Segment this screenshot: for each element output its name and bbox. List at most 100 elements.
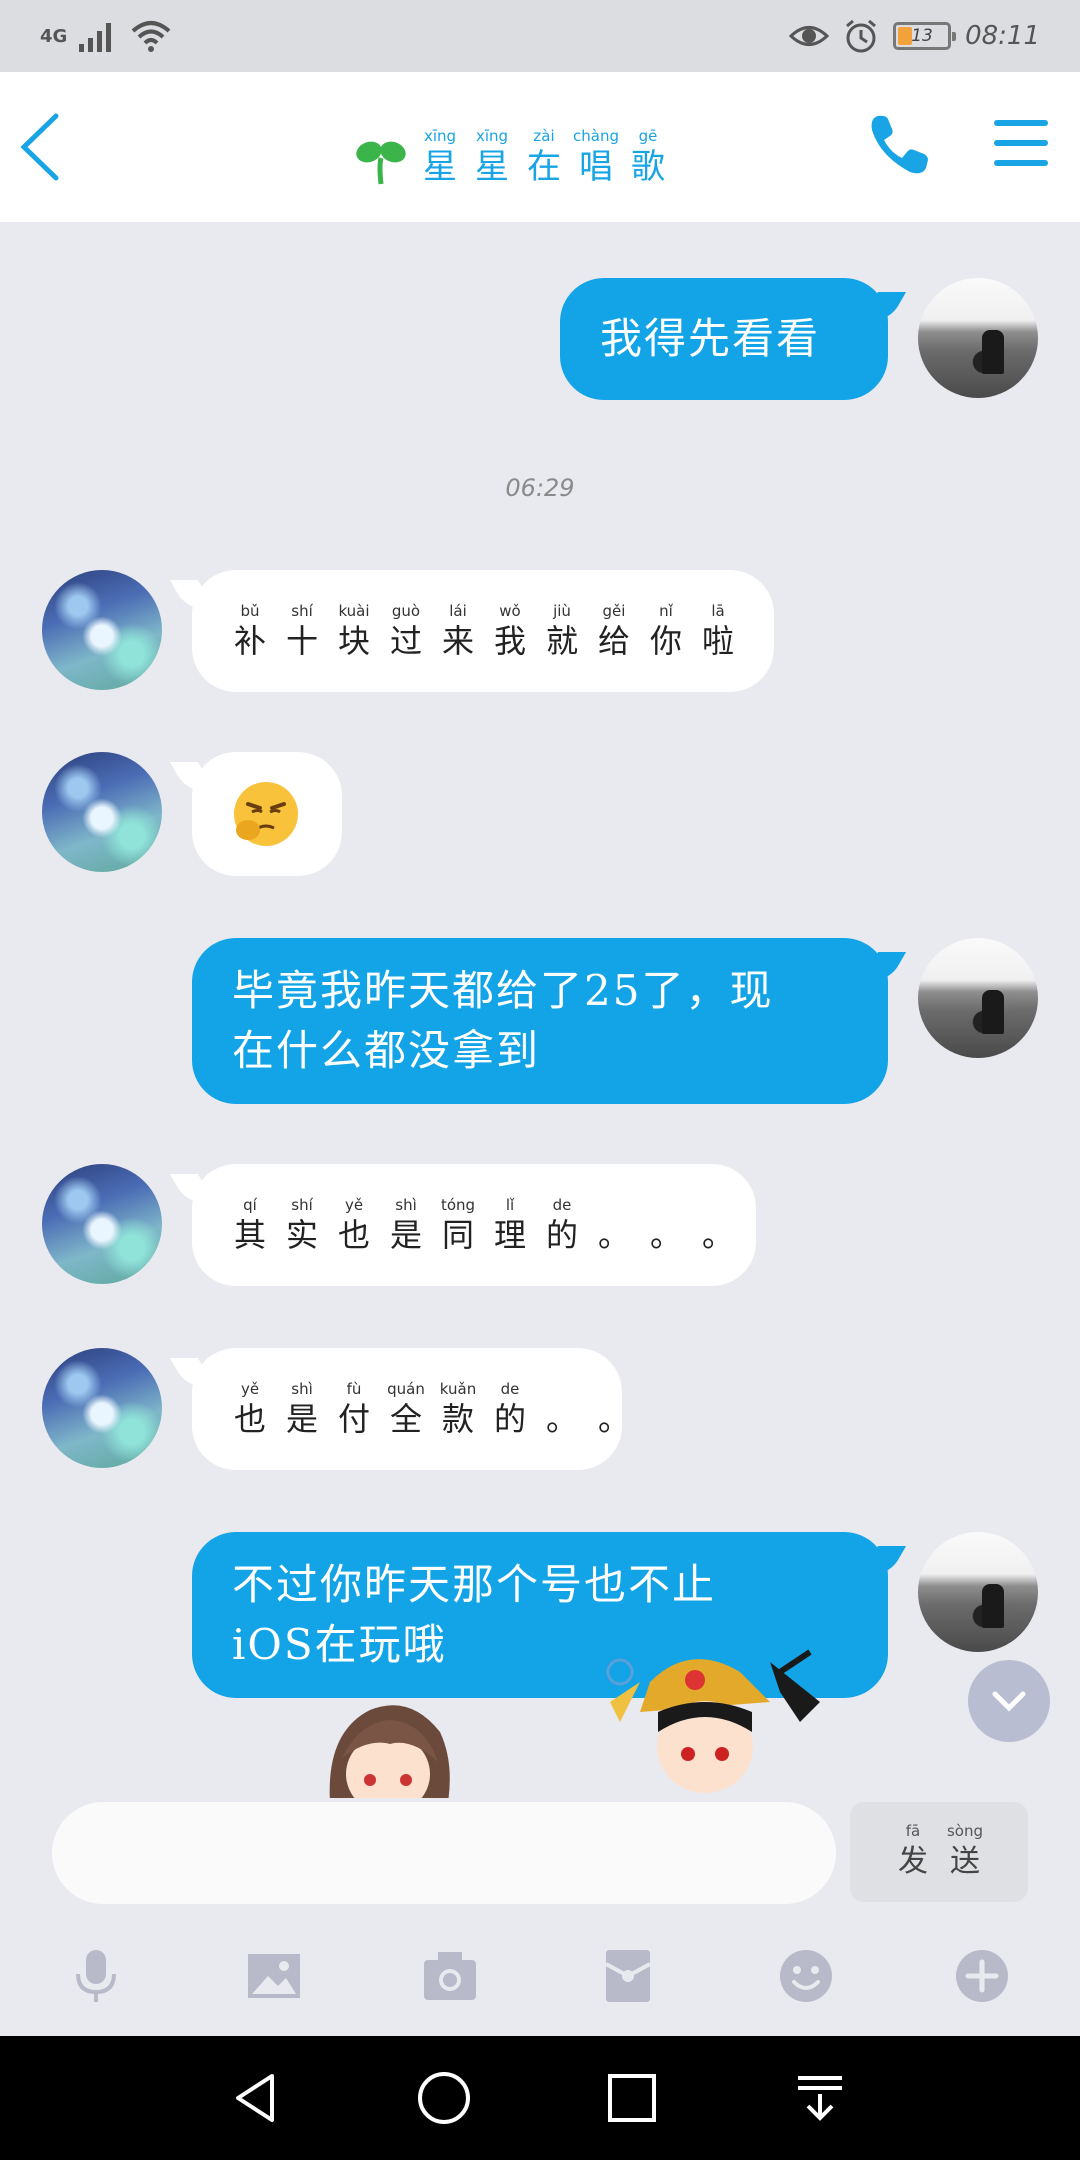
pinyin: lái (449, 602, 467, 620)
pinyin: gěi (602, 602, 626, 620)
message-bubble-received[interactable] (192, 752, 342, 876)
pinyin: shì (291, 1380, 313, 1398)
battery-icon: 13 (893, 22, 957, 50)
ruby-char: yě 也 (228, 1379, 272, 1439)
hanzi: 星 (475, 147, 509, 187)
image-icon[interactable] (244, 1946, 304, 2006)
hanzi: 送 (950, 1844, 980, 1879)
message-text-line-2: 在什么都没拿到 (232, 1026, 541, 1075)
message-text: yě 也 shì 是 fù 付 quán 全 kuǎn 款 de 的。。 (228, 1379, 636, 1439)
ruby-char: 。 (592, 1379, 636, 1439)
ruby-char: xīng 星 (417, 126, 463, 188)
message-bubble-received[interactable]: qí 其 shí 实 yě 也 shì 是 tóng 同 lǐ 理 de 的。。。 (192, 1164, 756, 1286)
message-bubble-received[interactable]: bǔ 补 shí 十 kuài 块 guò 过 lái 来 wǒ 我 jiù 就 gěi 给 nǐ 你 lā 啦 (192, 570, 774, 692)
ruby-char: shí 十 (280, 601, 324, 661)
system-nav-bar (0, 2036, 1080, 2160)
my-avatar[interactable] (918, 278, 1038, 398)
nav-back-icon[interactable] (226, 2068, 286, 2128)
hanzi: 是 (389, 1216, 422, 1254)
hanzi: 是 (285, 1400, 318, 1438)
ruby-char: 。 (696, 1195, 740, 1255)
pinyin: shí (291, 602, 313, 620)
back-button[interactable] (16, 110, 66, 184)
send-button[interactable]: fā 发 sòng 送 (850, 1802, 1028, 1902)
ruby-char: kuǎn 款 (436, 1379, 480, 1439)
ruby-char: lái 来 (436, 601, 480, 661)
nav-notifications-icon[interactable] (790, 2068, 850, 2128)
contact-avatar[interactable] (42, 1164, 162, 1284)
pinyin: bǔ (240, 602, 260, 620)
ruby-char: gěi 给 (592, 601, 636, 661)
pinyin: lā (711, 602, 725, 620)
message-text-line-2: iOS在玩哦 (232, 1620, 447, 1669)
hanzi: 给 (597, 622, 630, 660)
status-bar: 4G 13 08:11 (0, 0, 1080, 72)
ruby-char: guò 过 (384, 601, 428, 661)
pinyin: nǐ (659, 602, 673, 620)
nav-home-icon[interactable] (414, 2068, 474, 2128)
anime-boy-sticker[interactable] (320, 1692, 460, 1798)
message-bubble-sent[interactable]: 毕竟我昨天都给了25了，现 在什么都没拿到 (192, 938, 888, 1104)
send-button-label: fā 发 sòng 送 (890, 1821, 988, 1883)
pinyin: de (500, 1380, 520, 1398)
contact-avatar[interactable] (42, 1348, 162, 1468)
chevron-down-icon (992, 1691, 1026, 1712)
ruby-char: de 的 (488, 1379, 532, 1439)
message-input[interactable] (52, 1802, 836, 1904)
hanzi: 。 (545, 1400, 578, 1438)
pinyin: kuǎn (439, 1380, 477, 1398)
message-bubble-sent[interactable]: 我得先看看 (560, 278, 888, 400)
pinyin: tóng (440, 1196, 476, 1214)
pinyin: fù (346, 1380, 362, 1398)
ruby-char: de 的 (540, 1195, 584, 1255)
signal-icon (79, 23, 112, 52)
menu-button[interactable] (994, 120, 1048, 170)
opera-sticker[interactable] (580, 1642, 840, 1798)
chat-title[interactable]: xīng 星 xīng 星 zài 在 chàng 唱 gē 歌 (355, 108, 671, 188)
phone-call-button[interactable] (866, 110, 932, 180)
hanzi: 全 (389, 1400, 422, 1438)
hanzi: 来 (441, 622, 474, 660)
status-left: 4G (40, 19, 173, 53)
pinyin: yě (240, 1380, 260, 1398)
contact-avatar[interactable] (42, 570, 162, 690)
hanzi: 其 (233, 1216, 266, 1254)
message-text: 我得先看看 (600, 314, 821, 363)
nav-recents-icon[interactable] (602, 2068, 662, 2128)
contact-avatar[interactable] (42, 752, 162, 872)
ruby-char: zài 在 (521, 126, 567, 188)
ruby-char: bǔ 补 (228, 601, 272, 661)
pinyin: kuài (338, 602, 370, 620)
hanzi: 。 (701, 1216, 734, 1254)
microphone-icon[interactable] (66, 1946, 126, 2006)
my-avatar[interactable] (918, 938, 1038, 1058)
pinyin: sòng (946, 1822, 984, 1840)
pinyin: chàng (573, 127, 619, 145)
hanzi: 实 (285, 1216, 318, 1254)
hanzi: 唱 (579, 147, 613, 187)
chat-header: xīng 星 xīng 星 zài 在 chàng 唱 gē 歌 (0, 72, 1080, 222)
pinyin: wǒ (499, 602, 521, 620)
pinyin: zài (533, 127, 555, 145)
red-packet-icon[interactable] (598, 1946, 658, 2006)
chat-area[interactable]: 我得先看看 06:29 bǔ 补 shí 十 kuài 块 guò 过 lái 来 wǒ 我 jiù 就 g… (0, 222, 1080, 1798)
my-avatar[interactable] (918, 1532, 1038, 1652)
ruby-char: fā 发 (890, 1821, 936, 1883)
ruby-char: yě 也 (332, 1195, 376, 1255)
ruby-char: wǒ 我 (488, 601, 532, 661)
ruby-char: qí 其 (228, 1195, 272, 1255)
camera-icon[interactable] (420, 1946, 480, 2006)
hanzi: 块 (337, 622, 370, 660)
message-bubble-received[interactable]: yě 也 shì 是 fù 付 quán 全 kuǎn 款 de 的。。 (192, 1348, 630, 1470)
scroll-to-bottom-button[interactable] (968, 1660, 1050, 1742)
pinyin: xīng (475, 127, 509, 145)
hanzi: 也 (233, 1400, 266, 1438)
status-right: 13 08:11 (789, 18, 1040, 54)
hanzi: 补 (233, 622, 266, 660)
pinyin: fā (905, 1822, 921, 1840)
emoji-icon[interactable] (776, 1946, 836, 2006)
hanzi: 。 (597, 1400, 630, 1438)
plus-icon[interactable] (952, 1946, 1012, 2006)
ruby-char: shì 是 (384, 1195, 428, 1255)
hanzi: 十 (285, 622, 318, 660)
